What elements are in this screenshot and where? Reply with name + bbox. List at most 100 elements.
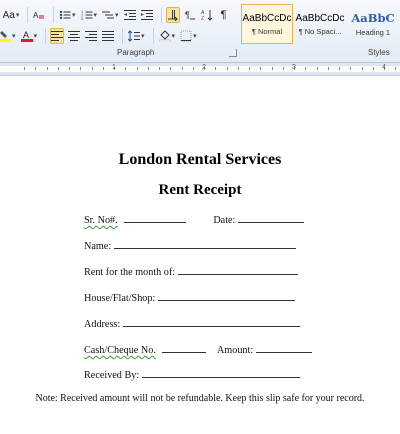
ruler-tick <box>80 67 81 70</box>
increase-indent-icon <box>140 10 153 20</box>
clear-formatting-button[interactable]: A <box>32 7 46 23</box>
cash-amount-line: Cash/Cheque No. Amount: <box>84 343 312 356</box>
ruler-tick <box>69 67 70 70</box>
style-label: ¶ Normal <box>251 26 283 36</box>
align-center-icon <box>68 31 81 41</box>
font-color-icon: A <box>20 30 33 42</box>
ruler-number: 4 <box>382 64 386 71</box>
ruler-tick <box>328 67 329 70</box>
ruler-tick <box>170 67 171 70</box>
paint-bucket-icon <box>158 30 171 42</box>
numbering-button[interactable]: 1 2 3 ▾ <box>80 7 99 23</box>
highlighter-icon <box>0 31 11 42</box>
svg-text:3: 3 <box>81 16 84 21</box>
ruler-tick <box>58 67 59 70</box>
right-to-left-icon: ¶ <box>185 10 195 20</box>
show-formatting-marks-button[interactable]: ¶ <box>217 7 231 23</box>
address-line: Address: <box>84 317 300 330</box>
horizontal-ruler[interactable]: 1 2 3 4 <box>0 63 400 76</box>
borders-button[interactable]: ▾ <box>179 28 198 44</box>
ruler-number: 1 <box>112 64 116 71</box>
sr-no-label: Sr. No#. <box>84 215 118 226</box>
receipt-title: Rent Receipt <box>158 182 242 198</box>
separator <box>45 28 47 44</box>
svg-text:A: A <box>23 30 29 40</box>
bullets-button[interactable]: ▾ <box>58 7 77 23</box>
ruler-tick <box>238 67 239 70</box>
style-no-spacing[interactable]: AaBbCcDc ¶ No Spaci... <box>294 4 346 44</box>
ruler-number: 3 <box>292 64 296 71</box>
change-case-button[interactable]: Aa ▾ <box>2 7 20 23</box>
svg-text:Z: Z <box>201 16 204 21</box>
style-normal[interactable]: AaBbCcDc ¶ Normal <box>241 4 293 44</box>
style-heading-1[interactable]: AaBbC Heading 1 <box>347 4 399 44</box>
styles-group-label: Styles <box>368 48 390 57</box>
ruler-tick <box>395 67 396 70</box>
rent-month-field[interactable] <box>177 265 298 275</box>
ruler-tick <box>260 67 261 70</box>
decrease-indent-button[interactable] <box>123 7 137 23</box>
shading-button[interactable]: ▾ <box>158 28 177 44</box>
ruler-tick <box>125 67 126 70</box>
align-center-button[interactable] <box>67 28 81 44</box>
style-preview: AaBbC <box>351 11 395 25</box>
separator <box>122 28 124 44</box>
ruler-tick <box>193 67 194 70</box>
ribbon-row-1: Aa ▾ A ▾ 1 2 3 ▾ ▾ ¶ AZ ¶ <box>0 6 234 24</box>
house-field[interactable] <box>157 291 295 301</box>
separator <box>27 7 28 23</box>
align-left-button[interactable] <box>50 28 65 44</box>
ruler-tick <box>103 67 104 70</box>
bullets-icon <box>59 10 71 20</box>
ruler-tick <box>159 67 160 70</box>
separator <box>160 7 162 23</box>
ruler-tick <box>249 67 250 70</box>
ruler-tick <box>272 67 273 70</box>
style-label: ¶ No Spaci... <box>298 26 342 36</box>
address-field[interactable] <box>122 317 300 327</box>
paragraph-dialog-launcher-icon[interactable] <box>229 49 237 57</box>
date-label: Date: <box>213 215 236 226</box>
received-by-line: Received By: <box>84 368 300 381</box>
rent-month-line: Rent for the month of: <box>84 265 298 278</box>
align-left-icon <box>51 31 64 41</box>
cash-cheque-label: Cash/Cheque No. <box>84 345 156 356</box>
style-label: Heading 1 <box>355 28 391 37</box>
address-label: Address: <box>84 319 121 330</box>
align-right-button[interactable] <box>84 28 98 44</box>
date-field[interactable] <box>237 213 304 223</box>
increase-indent-button[interactable] <box>140 7 154 23</box>
left-to-right-icon <box>167 10 178 21</box>
amount-field[interactable] <box>255 343 312 353</box>
line-spacing-button[interactable]: ▾ <box>127 28 146 44</box>
refund-note: Note: Received amount will not be refund… <box>35 393 365 404</box>
name-line: Name: <box>84 239 296 252</box>
ruler-tick <box>227 67 228 70</box>
line-spacing-icon <box>128 30 141 42</box>
change-case-label: Aa <box>2 9 15 21</box>
cash-cheque-field[interactable] <box>162 343 207 353</box>
sr-no-field[interactable] <box>124 213 187 223</box>
house-label: House/Flat/Shop: <box>84 293 156 304</box>
ruler-number: 2 <box>202 64 206 71</box>
style-preview: AaBbCcDc <box>242 12 292 24</box>
font-color-button[interactable]: A ▾ <box>20 28 39 44</box>
ribbon: Aa ▾ A ▾ 1 2 3 ▾ ▾ ¶ AZ ¶ ▾ A ▾ ▾ ▾ ▾ Pa… <box>0 0 400 63</box>
sort-button[interactable]: AZ <box>200 7 214 23</box>
ruler-tick <box>148 67 149 70</box>
name-field[interactable] <box>113 239 296 249</box>
justify-icon <box>102 31 115 41</box>
text-highlight-button[interactable]: ▾ <box>0 28 17 44</box>
ruler-tick <box>35 67 36 70</box>
ltr-direction-button[interactable] <box>165 7 180 23</box>
ruler-tick <box>317 67 318 70</box>
rtl-direction-button[interactable]: ¶ <box>183 7 197 23</box>
ruler-tick <box>24 67 25 70</box>
rent-month-label: Rent for the month of: <box>84 267 176 278</box>
company-name: London Rental Services <box>118 151 282 168</box>
justify-button[interactable] <box>101 28 115 44</box>
multilevel-list-icon <box>102 11 115 19</box>
ruler-tick <box>137 67 138 70</box>
multilevel-list-button[interactable]: ▾ <box>101 7 120 23</box>
received-by-field[interactable] <box>141 368 300 378</box>
